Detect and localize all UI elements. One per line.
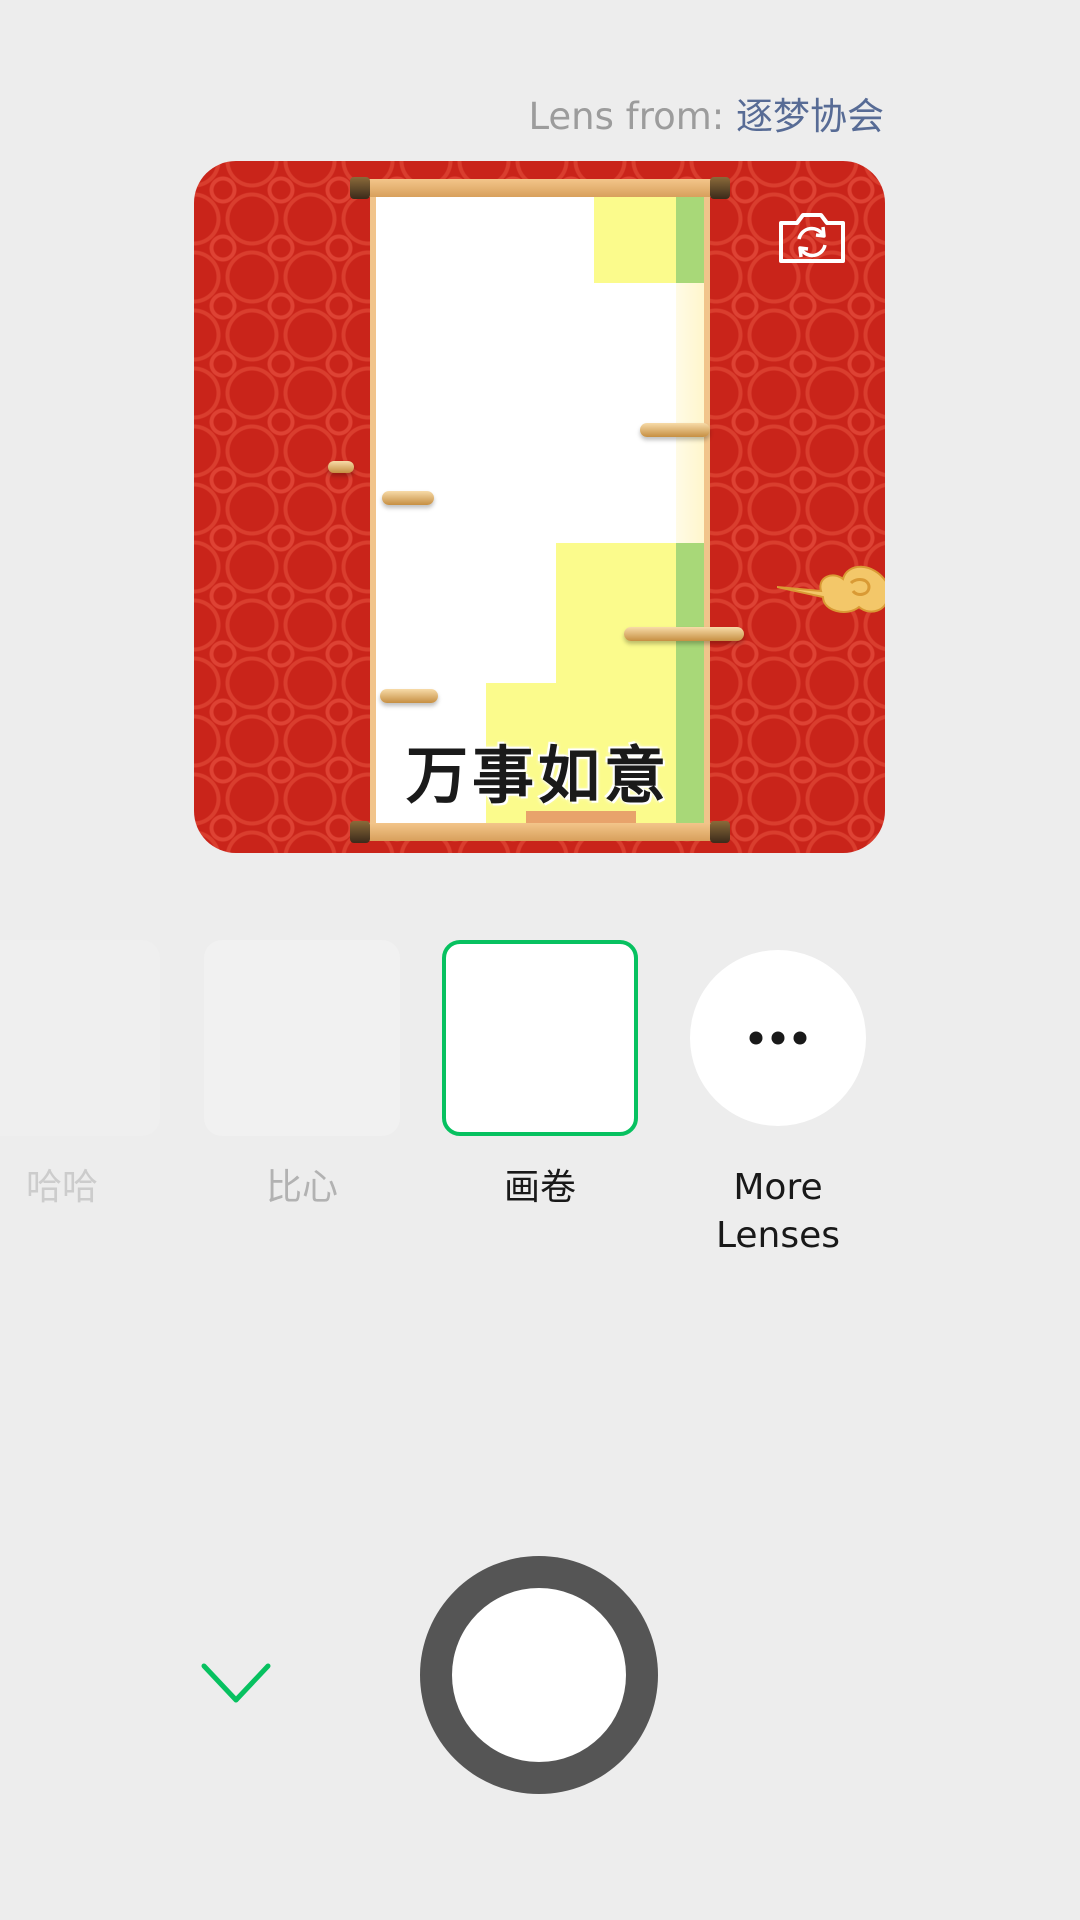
lens-thumbnail-selected bbox=[442, 940, 638, 1136]
scroll-painting: 万事如意 bbox=[350, 177, 730, 843]
lens-item-bixin[interactable]: 比心 bbox=[204, 940, 400, 1212]
shutter-button[interactable] bbox=[420, 1556, 658, 1794]
decor-stick bbox=[328, 461, 354, 473]
camera-switch-icon bbox=[779, 213, 845, 263]
scroll-top-rod bbox=[350, 177, 730, 199]
lens-item-huajuan[interactable]: 画卷 bbox=[442, 940, 638, 1212]
lens-thumbnail bbox=[204, 940, 400, 1136]
lens-label: 比心 bbox=[265, 1167, 338, 1208]
decor-stick bbox=[624, 627, 744, 641]
decor-stick bbox=[640, 423, 710, 437]
more-lenses-circle bbox=[690, 950, 866, 1126]
collapse-button[interactable] bbox=[200, 1660, 272, 1708]
gold-cloud-icon bbox=[777, 565, 885, 613]
lens-label: 哈哈 bbox=[25, 1167, 98, 1208]
lens-label: 画卷 bbox=[503, 1167, 576, 1208]
camera-lens-screen: Lens from: 逐梦协会 万事如意 哈哈 比心 画卷 More Lense… bbox=[0, 0, 1080, 1920]
more-lenses-line1: More bbox=[733, 1167, 823, 1208]
camera-preview: 万事如意 bbox=[194, 161, 885, 853]
lens-thumbnail bbox=[0, 940, 160, 1136]
scroll-bottom-rod bbox=[350, 821, 730, 843]
shutter-inner bbox=[452, 1588, 626, 1762]
more-lenses-label: More Lenses bbox=[690, 1164, 866, 1260]
decor-stick bbox=[382, 491, 434, 505]
scroll-text: 万事如意 bbox=[406, 739, 671, 812]
chevron-down-icon bbox=[201, 1663, 271, 1703]
switch-camera-button[interactable] bbox=[777, 209, 847, 265]
more-dots-icon bbox=[749, 1031, 807, 1045]
more-lenses-button[interactable]: More Lenses bbox=[690, 950, 866, 1260]
lens-selector: 哈哈 比心 画卷 More Lenses bbox=[0, 940, 1080, 1270]
decor-stick bbox=[380, 689, 438, 703]
scroll-paper: 万事如意 bbox=[370, 193, 710, 827]
lens-item-haha[interactable]: 哈哈 bbox=[0, 940, 160, 1212]
lens-author-link[interactable]: 逐梦协会 bbox=[736, 95, 884, 138]
more-lenses-line2: Lenses bbox=[715, 1215, 841, 1256]
lens-source: Lens from: 逐梦协会 bbox=[528, 92, 884, 142]
lens-from-label: Lens from: bbox=[528, 95, 736, 138]
